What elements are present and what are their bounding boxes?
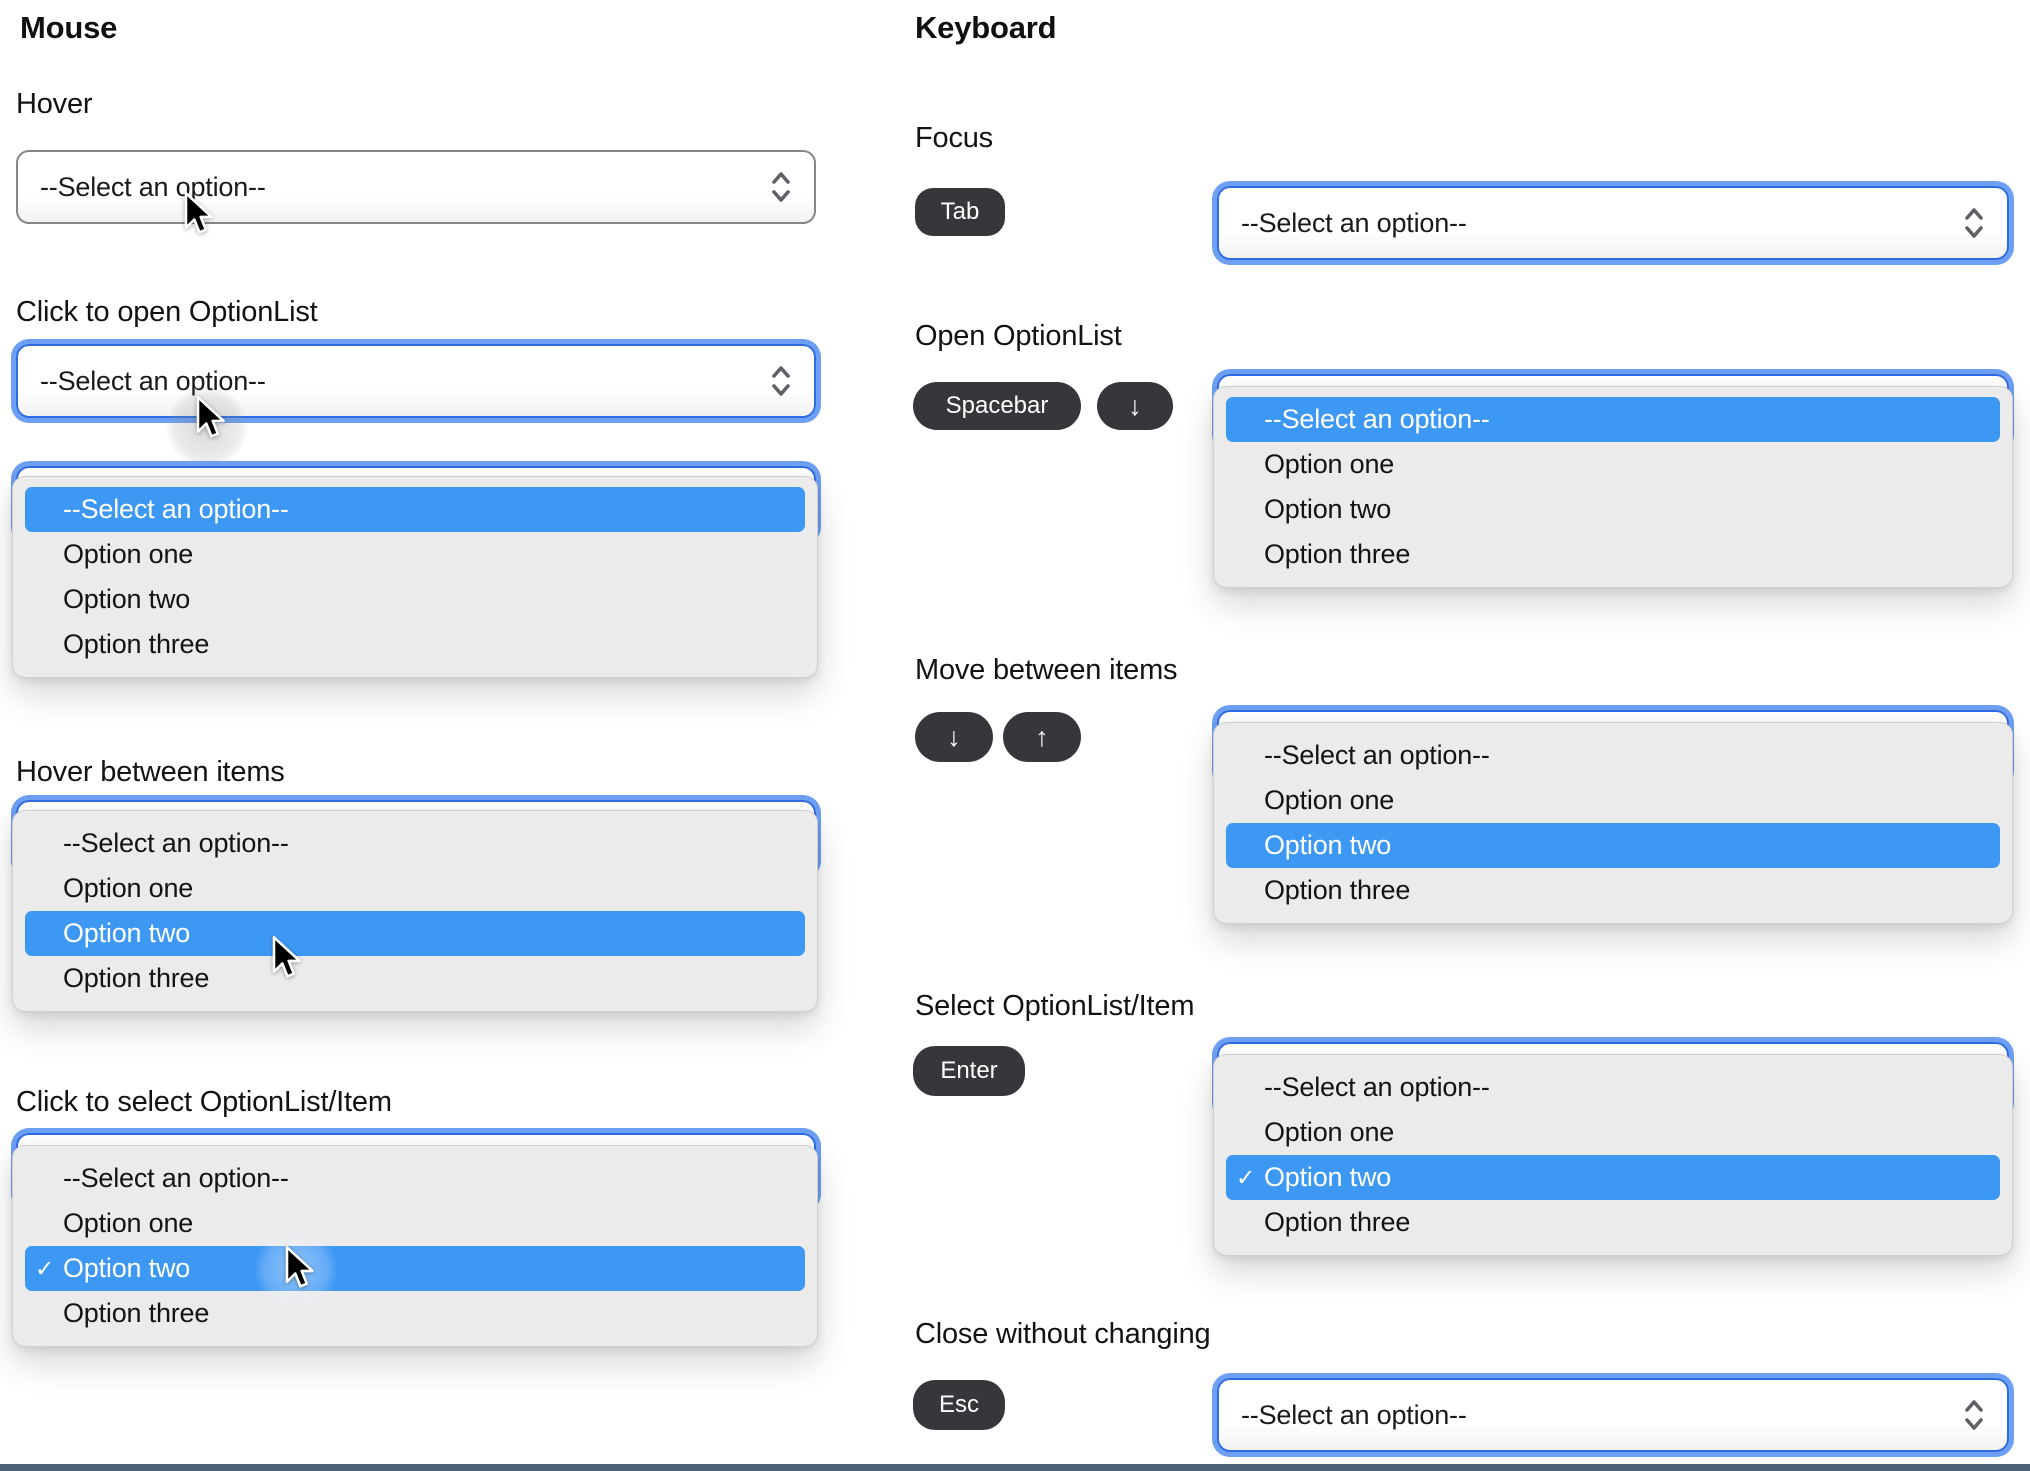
optionlist-select: --Select an option-- Option one ✓ Option… (1213, 1054, 2013, 1256)
optionlist-item[interactable]: Option three (25, 1291, 805, 1336)
optionlist-item[interactable]: Option three (1226, 1200, 2000, 1245)
select-hover[interactable]: --Select an option-- (16, 150, 816, 224)
section-label-open: Open OptionList (915, 320, 1122, 352)
optionlist-hover-items: --Select an option-- Option one Option t… (12, 810, 818, 1012)
optionlist-item[interactable]: Option two (1226, 823, 2000, 868)
optionlist-item[interactable]: --Select an option-- (25, 1156, 805, 1201)
optionlist-item[interactable]: Option two (25, 911, 805, 956)
keyboard-column-title: Keyboard (915, 10, 1057, 45)
optionlist-item[interactable]: Option one (25, 532, 805, 577)
key-arrow-down: ↓ (915, 712, 993, 762)
optionlist-item[interactable]: Option three (1226, 868, 2000, 913)
optionlist-item[interactable]: Option one (25, 1201, 805, 1246)
section-label-click-select: Click to select OptionList/Item (16, 1086, 392, 1118)
key-arrow-down: ↓ (1097, 382, 1173, 430)
optionlist-item[interactable]: Option one (1226, 778, 2000, 823)
optionlist-click-open: --Select an option-- Option one Option t… (12, 476, 818, 678)
optionlist-item[interactable]: --Select an option-- (25, 821, 805, 866)
section-label-select: Select OptionList/Item (915, 990, 1195, 1022)
section-label-close: Close without changing (915, 1318, 1211, 1350)
check-icon: ✓ (35, 1255, 55, 1281)
optionlist-item[interactable]: Option one (25, 866, 805, 911)
section-label-click-open: Click to open OptionList (16, 296, 318, 328)
key-spacebar: Spacebar (913, 382, 1081, 430)
optionlist-item[interactable]: Option three (1226, 532, 2000, 577)
select-close[interactable]: --Select an option-- (1217, 1378, 2009, 1452)
arrow-down-icon: ↓ (1128, 390, 1142, 421)
optionlist-item[interactable]: Option three (25, 622, 805, 667)
updown-stepper-icon (772, 172, 790, 202)
updown-stepper-icon (772, 366, 790, 396)
select-value: --Select an option-- (40, 365, 266, 396)
mouse-cursor-icon (272, 936, 301, 978)
mouse-column-title: Mouse (20, 10, 118, 45)
optionlist-interactions-page: Mouse Hover --Select an option-- Click t… (0, 0, 2030, 1471)
optionlist-item[interactable]: Option one (1226, 1110, 2000, 1155)
optionlist-item[interactable]: --Select an option-- (25, 487, 805, 532)
mouse-cursor-icon (184, 192, 213, 234)
arrow-down-icon: ↓ (947, 721, 961, 752)
optionlist-click-select: --Select an option-- Option one ✓ Option… (12, 1145, 818, 1347)
optionlist-item[interactable]: Option three (25, 956, 805, 1001)
optionlist-item[interactable]: --Select an option-- (1226, 733, 2000, 778)
optionlist-item-selected[interactable]: ✓ Option two (1226, 1155, 2000, 1200)
optionlist-item-selected[interactable]: ✓ Option two (25, 1246, 805, 1291)
select-value: --Select an option-- (1241, 207, 1467, 238)
select-click-open[interactable]: --Select an option-- (16, 344, 816, 418)
section-label-move: Move between items (915, 654, 1178, 686)
updown-stepper-icon (1965, 208, 1983, 238)
select-value: --Select an option-- (1241, 1399, 1467, 1430)
arrow-up-icon: ↑ (1035, 721, 1049, 752)
select-value: --Select an option-- (40, 171, 266, 202)
check-icon: ✓ (1236, 1164, 1256, 1190)
key-arrow-up: ↑ (1003, 712, 1081, 762)
optionlist-item[interactable]: Option two (25, 577, 805, 622)
key-tab: Tab (915, 188, 1005, 236)
key-esc: Esc (913, 1380, 1005, 1430)
section-label-focus: Focus (915, 122, 993, 154)
cutoff-section-divider (0, 1464, 2030, 1471)
optionlist-open: --Select an option-- Option one Option t… (1213, 386, 2013, 588)
mouse-cursor-icon (196, 396, 225, 438)
key-enter: Enter (913, 1046, 1025, 1096)
optionlist-item[interactable]: Option one (1226, 442, 2000, 487)
optionlist-item[interactable]: --Select an option-- (1226, 397, 2000, 442)
mouse-cursor-icon (285, 1246, 314, 1288)
optionlist-item[interactable]: --Select an option-- (1226, 1065, 2000, 1110)
optionlist-item[interactable]: Option two (1226, 487, 2000, 532)
optionlist-move: --Select an option-- Option one Option t… (1213, 722, 2013, 924)
section-label-hover-items: Hover between items (16, 756, 285, 788)
select-focus[interactable]: --Select an option-- (1217, 186, 2009, 260)
updown-stepper-icon (1965, 1400, 1983, 1430)
section-label-hover: Hover (16, 88, 93, 120)
